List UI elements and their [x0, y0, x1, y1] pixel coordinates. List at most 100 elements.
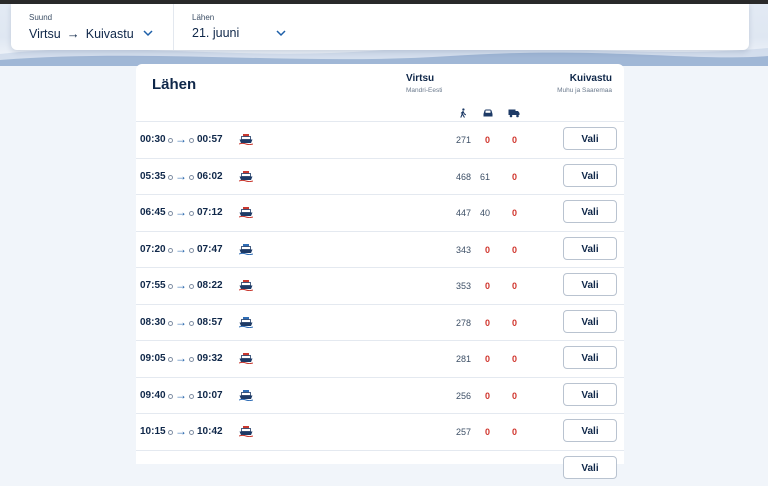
departure-dot: [168, 138, 173, 143]
departure-time: 08:30: [140, 317, 166, 328]
departure-time: 09:40: [140, 390, 166, 401]
arrival-time: 00:57: [197, 134, 223, 145]
origin-column-header: Virtsu Mandri-Eesti: [406, 73, 442, 94]
departure-dot: [168, 211, 173, 216]
date-selector[interactable]: Lähen 21. juuni: [174, 4, 374, 50]
select-trip-button[interactable]: Vali: [563, 419, 617, 442]
truck-count: 0: [487, 427, 517, 437]
trip-row: 00:30 → 00:57 271 0 0 Vali: [136, 121, 624, 158]
select-trip-button[interactable]: Vali: [563, 310, 617, 333]
trip-row: 05:35 → 06:02 468 61 0 Vali: [136, 158, 624, 195]
arrival-time: 09:32: [197, 353, 223, 364]
departures-card: Lähen Virtsu Mandri-Eesti Kuivastu Muhu …: [136, 64, 624, 464]
destination-column-header: Kuivastu Muhu ja Saaremaa: [557, 73, 612, 94]
arrival-dot: [189, 248, 194, 253]
departure-dot: [168, 175, 173, 180]
departure-time: 00:30: [140, 134, 166, 145]
arrow-right-icon: →: [175, 278, 187, 292]
car-icon: [482, 108, 494, 118]
departure-dot: [168, 357, 173, 362]
arrow-right-icon: →: [175, 205, 187, 219]
arrival-dot: [189, 175, 194, 180]
trip-row: 06:45 → 07:12 447 40 0 Vali: [136, 194, 624, 231]
ship-icon: [239, 243, 253, 255]
trip-row: Vali: [136, 450, 624, 486]
origin-name: Virtsu: [406, 73, 442, 84]
vehicle-type-icons: [136, 108, 624, 120]
departure-dot: [168, 321, 173, 326]
select-trip-button[interactable]: Vali: [563, 346, 617, 369]
select-trip-button[interactable]: Vali: [563, 200, 617, 223]
truck-count: 0: [487, 208, 517, 218]
departure-time: 07:55: [140, 280, 166, 291]
arrival-dot: [189, 394, 194, 399]
arrival-dot: [189, 138, 194, 143]
ship-icon: [239, 352, 253, 364]
direction-label: Suund: [29, 13, 52, 22]
select-trip-button[interactable]: Vali: [563, 273, 617, 296]
truck-count: 0: [487, 318, 517, 328]
ship-icon: [239, 170, 253, 182]
chevron-down-icon[interactable]: [141, 26, 155, 40]
ship-icon: [239, 279, 253, 291]
select-trip-button[interactable]: Vali: [563, 164, 617, 187]
truck-icon: [508, 108, 520, 118]
arrival-dot: [189, 321, 194, 326]
arrival-dot: [189, 430, 194, 435]
destination-name: Kuivastu: [557, 73, 612, 84]
card-title: Lähen: [152, 76, 196, 93]
ship-icon: [239, 316, 253, 328]
ship-icon: [239, 425, 253, 437]
direction-to: Kuivastu: [86, 27, 134, 41]
car-count: 0: [460, 354, 490, 364]
select-trip-button[interactable]: Vali: [563, 237, 617, 260]
chevron-down-icon[interactable]: [274, 26, 288, 40]
arrow-right-icon: →: [175, 315, 187, 329]
trip-row: 08:30 → 08:57 278 0 0 Vali: [136, 304, 624, 341]
car-count: 0: [460, 427, 490, 437]
truck-count: 0: [487, 354, 517, 364]
arrival-time: 08:22: [197, 280, 223, 291]
arrow-right-icon: →: [175, 424, 187, 438]
arrow-right-icon: →: [175, 132, 187, 146]
trip-list: 00:30 → 00:57 271 0 0 Vali 05:35 → 06:02…: [136, 121, 624, 486]
arrival-time: 10:42: [197, 426, 223, 437]
select-trip-button[interactable]: Vali: [563, 456, 617, 479]
trip-row: 09:05 → 09:32 281 0 0 Vali: [136, 340, 624, 377]
ship-icon: [239, 206, 253, 218]
arrow-right-icon: →: [175, 351, 187, 365]
car-count: 61: [460, 172, 490, 182]
departure-dot: [168, 430, 173, 435]
arrow-right-icon: →: [67, 26, 80, 41]
select-trip-button[interactable]: Vali: [563, 127, 617, 150]
car-count: 0: [460, 135, 490, 145]
truck-count: 0: [487, 391, 517, 401]
arrival-time: 07:47: [197, 244, 223, 255]
arrival-time: 06:02: [197, 171, 223, 182]
truck-count: 0: [487, 245, 517, 255]
arrow-right-icon: →: [175, 169, 187, 183]
arrival-time: 07:12: [197, 207, 223, 218]
departure-time: 07:20: [140, 244, 166, 255]
direction-value: Virtsu→Kuivastu: [29, 26, 134, 41]
date-label: Lähen: [192, 13, 214, 22]
arrival-dot: [189, 284, 194, 289]
destination-subtitle: Muhu ja Saaremaa: [557, 87, 612, 94]
car-count: 0: [460, 318, 490, 328]
pedestrian-icon: [457, 108, 469, 118]
ship-icon: [239, 389, 253, 401]
truck-count: 0: [487, 172, 517, 182]
arrow-right-icon: →: [175, 242, 187, 256]
truck-count: 0: [487, 281, 517, 291]
departure-dot: [168, 248, 173, 253]
arrival-dot: [189, 357, 194, 362]
trip-row: 09:40 → 10:07 256 0 0 Vali: [136, 377, 624, 414]
departure-time: 09:05: [140, 353, 166, 364]
car-count: 0: [460, 391, 490, 401]
departure-dot: [168, 284, 173, 289]
departure-time: 10:15: [140, 426, 166, 437]
select-trip-button[interactable]: Vali: [563, 383, 617, 406]
direction-selector[interactable]: Suund Virtsu→Kuivastu: [11, 4, 174, 50]
departure-dot: [168, 394, 173, 399]
car-count: 40: [460, 208, 490, 218]
